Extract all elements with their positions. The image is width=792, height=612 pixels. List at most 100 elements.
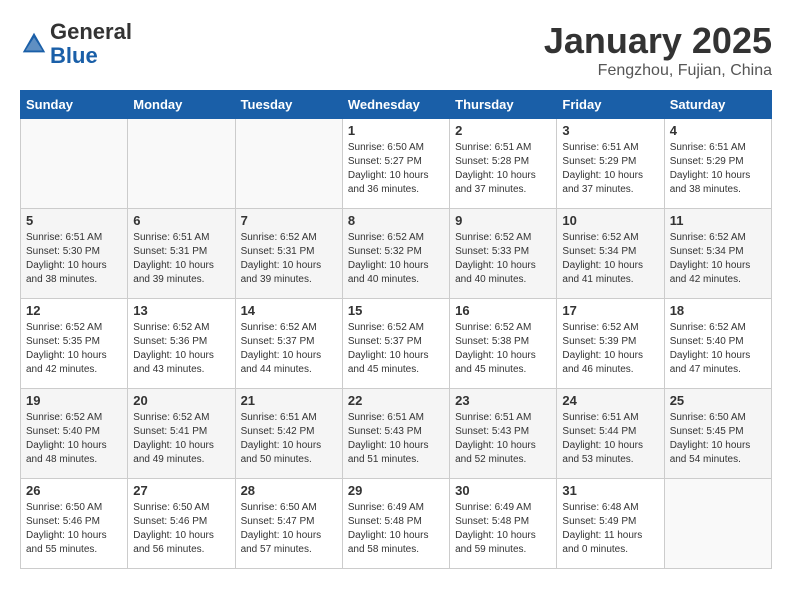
day-info: Sunrise: 6:52 AM Sunset: 5:35 PM Dayligh…	[26, 321, 122, 377]
calendar-subtitle: Fengzhou, Fujian, China	[544, 62, 772, 80]
calendar-cell: 14 Sunrise: 6:52 AM Sunset: 5:37 PM Dayli…	[235, 299, 342, 389]
day-info: Sunrise: 6:52 AM Sunset: 5:36 PM Dayligh…	[133, 321, 229, 377]
calendar-cell	[664, 479, 771, 569]
calendar-table: SundayMondayTuesdayWednesdayThursdayFrid…	[20, 90, 772, 569]
logo: General Blue	[20, 20, 132, 68]
day-info: Sunrise: 6:52 AM Sunset: 5:39 PM Dayligh…	[562, 321, 658, 377]
day-number: 30	[455, 483, 551, 498]
calendar-cell: 6 Sunrise: 6:51 AM Sunset: 5:31 PM Daylig…	[128, 209, 235, 299]
day-info: Sunrise: 6:51 AM Sunset: 5:29 PM Dayligh…	[670, 141, 766, 197]
calendar-cell: 4 Sunrise: 6:51 AM Sunset: 5:29 PM Daylig…	[664, 119, 771, 209]
day-number: 10	[562, 213, 658, 228]
day-number: 26	[26, 483, 122, 498]
day-info: Sunrise: 6:50 AM Sunset: 5:45 PM Dayligh…	[670, 411, 766, 467]
day-info: Sunrise: 6:50 AM Sunset: 5:27 PM Dayligh…	[348, 141, 444, 197]
day-number: 29	[348, 483, 444, 498]
day-number: 8	[348, 213, 444, 228]
calendar-week-row: 19 Sunrise: 6:52 AM Sunset: 5:40 PM Dayli…	[21, 389, 772, 479]
day-number: 18	[670, 303, 766, 318]
day-of-week-header: Tuesday	[235, 91, 342, 119]
day-number: 24	[562, 393, 658, 408]
day-info: Sunrise: 6:51 AM Sunset: 5:29 PM Dayligh…	[562, 141, 658, 197]
day-of-week-header: Monday	[128, 91, 235, 119]
day-info: Sunrise: 6:52 AM Sunset: 5:37 PM Dayligh…	[241, 321, 337, 377]
day-info: Sunrise: 6:51 AM Sunset: 5:44 PM Dayligh…	[562, 411, 658, 467]
day-number: 14	[241, 303, 337, 318]
calendar-cell: 2 Sunrise: 6:51 AM Sunset: 5:28 PM Daylig…	[450, 119, 557, 209]
day-number: 9	[455, 213, 551, 228]
calendar-cell: 13 Sunrise: 6:52 AM Sunset: 5:36 PM Dayli…	[128, 299, 235, 389]
calendar-header-row: SundayMondayTuesdayWednesdayThursdayFrid…	[21, 91, 772, 119]
calendar-cell: 11 Sunrise: 6:52 AM Sunset: 5:34 PM Dayli…	[664, 209, 771, 299]
day-number: 11	[670, 213, 766, 228]
calendar-cell: 25 Sunrise: 6:50 AM Sunset: 5:45 PM Dayli…	[664, 389, 771, 479]
day-number: 12	[26, 303, 122, 318]
day-number: 19	[26, 393, 122, 408]
day-info: Sunrise: 6:52 AM Sunset: 5:33 PM Dayligh…	[455, 231, 551, 287]
calendar-cell: 21 Sunrise: 6:51 AM Sunset: 5:42 PM Dayli…	[235, 389, 342, 479]
day-info: Sunrise: 6:51 AM Sunset: 5:43 PM Dayligh…	[348, 411, 444, 467]
day-number: 28	[241, 483, 337, 498]
day-number: 25	[670, 393, 766, 408]
day-of-week-header: Saturday	[664, 91, 771, 119]
calendar-cell: 18 Sunrise: 6:52 AM Sunset: 5:40 PM Dayli…	[664, 299, 771, 389]
calendar-week-row: 5Sunrise: 6:51 AM Sunset: 5:30 PM Daylig…	[21, 209, 772, 299]
day-number: 31	[562, 483, 658, 498]
calendar-cell: 23Sunrise: 6:51 AM Sunset: 5:43 PM Dayli…	[450, 389, 557, 479]
day-info: Sunrise: 6:52 AM Sunset: 5:40 PM Dayligh…	[670, 321, 766, 377]
day-number: 3	[562, 123, 658, 138]
day-number: 15	[348, 303, 444, 318]
calendar-cell: 19 Sunrise: 6:52 AM Sunset: 5:40 PM Dayli…	[21, 389, 128, 479]
day-number: 17	[562, 303, 658, 318]
calendar-cell	[235, 119, 342, 209]
day-info: Sunrise: 6:51 AM Sunset: 5:28 PM Dayligh…	[455, 141, 551, 197]
calendar-cell: 12 Sunrise: 6:52 AM Sunset: 5:35 PM Dayli…	[21, 299, 128, 389]
calendar-cell: 15 Sunrise: 6:52 AM Sunset: 5:37 PM Dayli…	[342, 299, 449, 389]
day-info: Sunrise: 6:52 AM Sunset: 5:37 PM Dayligh…	[348, 321, 444, 377]
day-info: Sunrise: 6:48 AM Sunset: 5:49 PM Dayligh…	[562, 501, 658, 557]
day-info: Sunrise: 6:51 AM Sunset: 5:42 PM Dayligh…	[241, 411, 337, 467]
day-info: Sunrise: 6:52 AM Sunset: 5:31 PM Dayligh…	[241, 231, 337, 287]
calendar-cell: 8 Sunrise: 6:52 AM Sunset: 5:32 PM Daylig…	[342, 209, 449, 299]
calendar-cell: 1 Sunrise: 6:50 AM Sunset: 5:27 PM Daylig…	[342, 119, 449, 209]
calendar-week-row: 26 Sunrise: 6:50 AM Sunset: 5:46 PM Dayli…	[21, 479, 772, 569]
calendar-cell: 24 Sunrise: 6:51 AM Sunset: 5:44 PM Dayli…	[557, 389, 664, 479]
calendar-cell: 28 Sunrise: 6:50 AM Sunset: 5:47 PM Dayli…	[235, 479, 342, 569]
page-header: General Blue January 2025 Fengzhou, Fuji…	[20, 20, 772, 80]
day-of-week-header: Thursday	[450, 91, 557, 119]
day-of-week-header: Friday	[557, 91, 664, 119]
calendar-cell: 16Sunrise: 6:52 AM Sunset: 5:38 PM Dayli…	[450, 299, 557, 389]
day-number: 2	[455, 123, 551, 138]
calendar-week-row: 12 Sunrise: 6:52 AM Sunset: 5:35 PM Dayli…	[21, 299, 772, 389]
day-info: Sunrise: 6:52 AM Sunset: 5:40 PM Dayligh…	[26, 411, 122, 467]
day-number: 16	[455, 303, 551, 318]
day-number: 21	[241, 393, 337, 408]
day-info: Sunrise: 6:50 AM Sunset: 5:46 PM Dayligh…	[133, 501, 229, 557]
calendar-cell: 10 Sunrise: 6:52 AM Sunset: 5:34 PM Dayli…	[557, 209, 664, 299]
day-number: 1	[348, 123, 444, 138]
day-number: 7	[241, 213, 337, 228]
day-info: Sunrise: 6:50 AM Sunset: 5:47 PM Dayligh…	[241, 501, 337, 557]
calendar-cell: 7 Sunrise: 6:52 AM Sunset: 5:31 PM Daylig…	[235, 209, 342, 299]
logo-general-text: General	[50, 19, 132, 44]
calendar-cell: 9 Sunrise: 6:52 AM Sunset: 5:33 PM Daylig…	[450, 209, 557, 299]
day-info: Sunrise: 6:52 AM Sunset: 5:34 PM Dayligh…	[670, 231, 766, 287]
calendar-cell: 20Sunrise: 6:52 AM Sunset: 5:41 PM Dayli…	[128, 389, 235, 479]
day-info: Sunrise: 6:52 AM Sunset: 5:32 PM Dayligh…	[348, 231, 444, 287]
day-info: Sunrise: 6:51 AM Sunset: 5:31 PM Dayligh…	[133, 231, 229, 287]
day-number: 6	[133, 213, 229, 228]
day-info: Sunrise: 6:50 AM Sunset: 5:46 PM Dayligh…	[26, 501, 122, 557]
calendar-cell: 31 Sunrise: 6:48 AM Sunset: 5:49 PM Dayli…	[557, 479, 664, 569]
calendar-body: 1 Sunrise: 6:50 AM Sunset: 5:27 PM Daylig…	[21, 119, 772, 569]
calendar-cell: 22 Sunrise: 6:51 AM Sunset: 5:43 PM Dayli…	[342, 389, 449, 479]
day-number: 4	[670, 123, 766, 138]
calendar-cell: 27 Sunrise: 6:50 AM Sunset: 5:46 PM Dayli…	[128, 479, 235, 569]
day-number: 23	[455, 393, 551, 408]
day-info: Sunrise: 6:49 AM Sunset: 5:48 PM Dayligh…	[455, 501, 551, 557]
calendar-cell	[128, 119, 235, 209]
calendar-title: January 2025	[544, 20, 772, 62]
day-number: 13	[133, 303, 229, 318]
day-number: 22	[348, 393, 444, 408]
day-number: 27	[133, 483, 229, 498]
day-info: Sunrise: 6:52 AM Sunset: 5:34 PM Dayligh…	[562, 231, 658, 287]
